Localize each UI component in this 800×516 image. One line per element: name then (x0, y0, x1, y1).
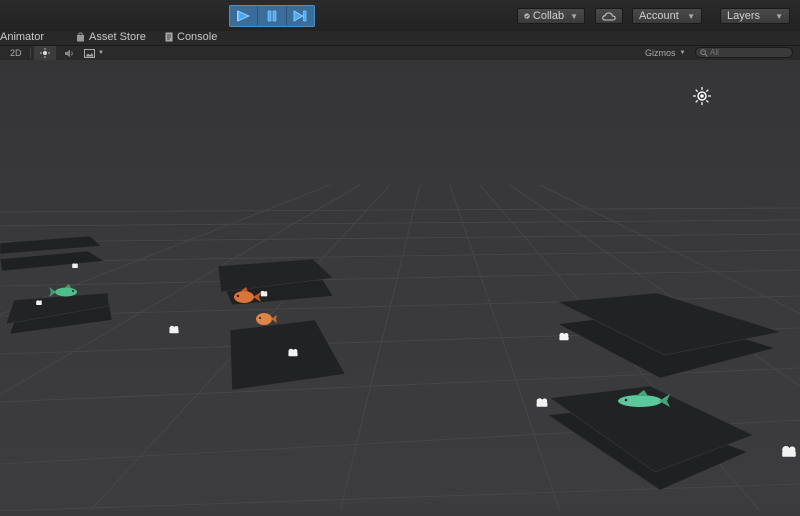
cloud-button[interactable] (595, 8, 623, 24)
play-icon (236, 10, 250, 22)
chevron-down-icon: ▼ (570, 11, 578, 21)
mode-2d-label: 2D (10, 48, 22, 58)
tab-animator[interactable]: Animator (0, 31, 44, 43)
pause-icon (267, 10, 277, 22)
tab-label: Console (177, 31, 218, 43)
scene-view-toolbar: 2D ▼ Gizmos ▼ All (0, 45, 800, 61)
image-icon (84, 48, 95, 58)
chevron-down-icon: ▼ (687, 11, 695, 21)
chevron-down-icon: ▼ (679, 50, 686, 56)
effects-dropdown[interactable]: ▼ (84, 46, 108, 60)
account-label: Account (639, 10, 679, 22)
shopping-bag-icon (77, 32, 84, 42)
step-button[interactable] (287, 6, 314, 26)
tab-label: Asset Store (89, 31, 146, 43)
step-icon (293, 10, 307, 22)
speaker-icon (64, 49, 73, 57)
gizmos-label: Gizmos (645, 48, 676, 58)
search-placeholder: All (710, 48, 719, 57)
collab-label: Collab (532, 10, 565, 22)
camera-icon[interactable] (72, 263, 78, 268)
camera-icon[interactable] (36, 300, 42, 305)
layers-label: Layers (727, 10, 761, 22)
camera-icon[interactable] (536, 398, 548, 407)
tab-asset-store[interactable]: Asset Store (76, 31, 146, 43)
console-icon (165, 32, 173, 42)
window-tab-bar: Animator Asset Store Console (0, 31, 800, 45)
chevron-down-icon: ▼ (98, 50, 104, 56)
main-toolbar: Collab ▼ Account ▼ Layers ▼ (0, 0, 800, 32)
scene-viewport[interactable] (0, 60, 800, 512)
camera-icon[interactable] (288, 348, 298, 357)
account-dropdown[interactable]: Account ▼ (632, 8, 702, 24)
camera-icon[interactable] (260, 290, 268, 297)
sun-icon (40, 48, 50, 58)
gizmos-dropdown[interactable]: Gizmos ▼ (645, 46, 685, 60)
pause-button[interactable] (258, 6, 287, 26)
chevron-down-icon: ▼ (775, 11, 783, 21)
camera-icon[interactable] (782, 446, 796, 457)
directional-light-icon[interactable] (693, 87, 711, 105)
lighting-toggle[interactable] (34, 46, 56, 60)
mode-2d-toggle[interactable]: 2D (10, 46, 22, 60)
collab-button[interactable]: Collab ▼ (517, 8, 585, 24)
divider (30, 48, 31, 58)
hierarchy-search-input[interactable]: All (695, 47, 793, 58)
play-button[interactable] (230, 6, 259, 26)
check-icon (524, 13, 530, 19)
playback-controls (229, 5, 315, 27)
search-icon (700, 48, 708, 57)
layers-dropdown[interactable]: Layers ▼ (720, 8, 790, 24)
tab-console[interactable]: Console (165, 31, 217, 43)
camera-icon[interactable] (559, 332, 569, 341)
audio-toggle[interactable] (60, 46, 78, 60)
cloud-icon (602, 11, 616, 20)
scene-canvas[interactable] (0, 60, 800, 512)
tab-label: Animator (0, 31, 45, 43)
camera-icon[interactable] (169, 325, 179, 334)
